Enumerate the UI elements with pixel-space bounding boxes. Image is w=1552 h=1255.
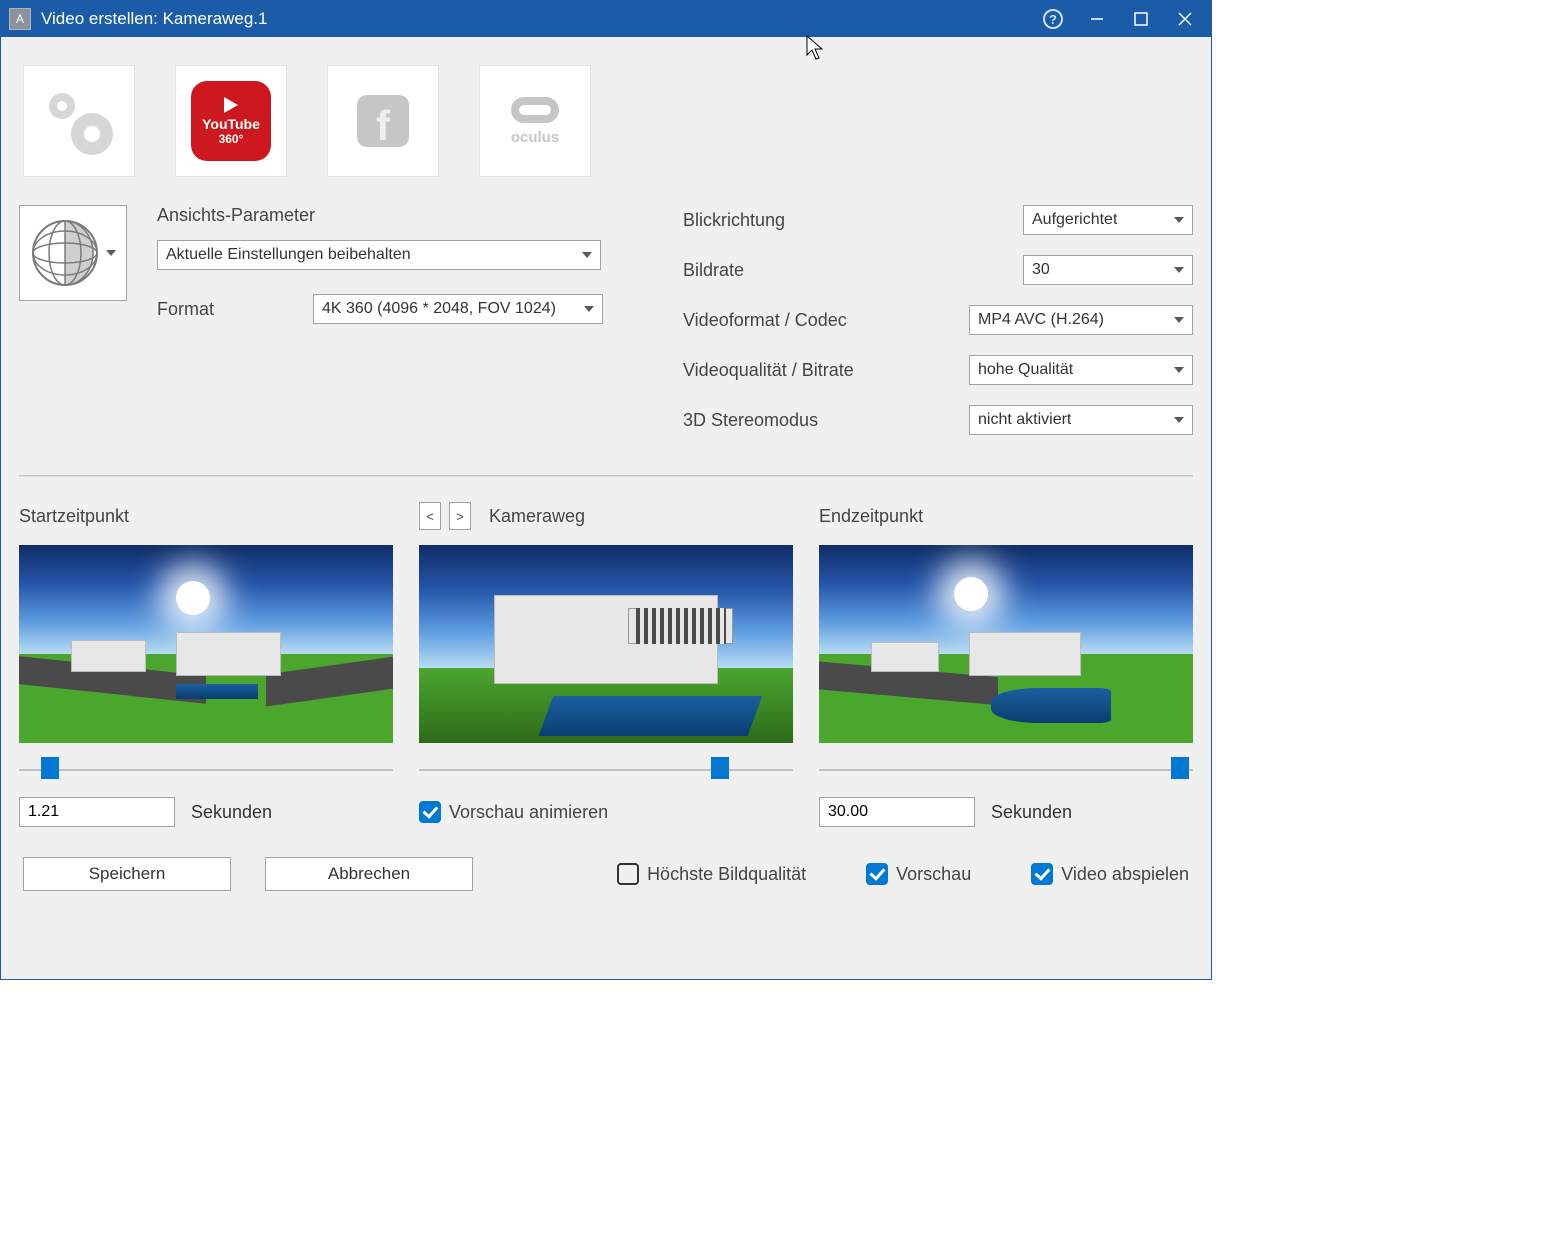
format-label: Format <box>157 299 303 320</box>
start-time-input[interactable] <box>19 797 175 827</box>
seconds-label: Sekunden <box>191 802 272 823</box>
oculus-icon: oculus <box>511 97 559 146</box>
start-thumbnail[interactable] <box>19 545 393 743</box>
chevron-down-icon <box>106 250 116 256</box>
export-youtube-tile[interactable]: YouTube 360° <box>175 65 287 177</box>
highest-quality-checkbox[interactable] <box>617 863 639 885</box>
timeline-camerapath-col: < > Kameraweg Vor <box>419 501 793 827</box>
orientation-label: Blickrichtung <box>683 210 913 231</box>
timeline-end-col: Endzeitpunkt Sekunden <box>819 501 1193 827</box>
stereo-select[interactable]: nicht aktiviert <box>969 405 1193 435</box>
stereo-label: 3D Stereomodus <box>683 410 913 431</box>
chevron-down-icon <box>1174 217 1184 223</box>
animate-preview-checkbox[interactable] <box>419 801 441 823</box>
format-select[interactable]: 4K 360 (4096 * 2048, FOV 1024) <box>313 294 603 324</box>
cancel-button[interactable]: Abbrechen <box>265 857 473 891</box>
help-icon: ? <box>1043 9 1063 29</box>
close-button[interactable] <box>1163 1 1207 37</box>
framerate-value: 30 <box>1032 261 1050 279</box>
chevron-down-icon <box>1174 367 1184 373</box>
timeline-start-col: Startzeitpunkt <box>19 501 393 827</box>
preview-label: Vorschau <box>896 864 971 885</box>
orientation-value: Aufgerichtet <box>1032 211 1117 229</box>
format-value: 4K 360 (4096 * 2048, FOV 1024) <box>322 300 556 318</box>
export-facebook-tile[interactable]: f <box>327 65 439 177</box>
divider <box>19 475 1193 477</box>
play-video-checkbox[interactable] <box>1031 863 1053 885</box>
stereo-value: nicht aktiviert <box>978 411 1071 429</box>
quality-label: Videoqualität / Bitrate <box>683 360 913 381</box>
view-params-value: Aktuelle Einstellungen beibehalten <box>166 246 411 264</box>
end-thumbnail[interactable] <box>819 545 1193 743</box>
view-params-select[interactable]: Aktuelle Einstellungen beibehalten <box>157 240 601 270</box>
view-params-label: Ansichts-Parameter <box>157 205 603 226</box>
maximize-button[interactable] <box>1119 1 1163 37</box>
framerate-select[interactable]: 30 <box>1023 255 1193 285</box>
maximize-icon <box>1134 12 1148 26</box>
export-oculus-tile[interactable]: oculus <box>479 65 591 177</box>
video-export-dialog: A Video erstellen: Kameraweg.1 ? <box>0 0 1212 980</box>
youtube-icon: YouTube 360° <box>191 81 271 161</box>
globe-icon <box>30 218 100 288</box>
codec-select[interactable]: MP4 AVC (H.264) <box>969 305 1193 335</box>
chevron-down-icon <box>1174 317 1184 323</box>
close-icon <box>1178 12 1192 26</box>
end-time-input[interactable] <box>819 797 975 827</box>
footer-row: Speichern Abbrechen Höchste Bildqualität… <box>19 857 1193 891</box>
codec-value: MP4 AVC (H.264) <box>978 311 1104 329</box>
chevron-down-icon <box>582 252 592 258</box>
youtube-text-1: YouTube <box>202 116 260 132</box>
animate-preview-label: Vorschau animieren <box>449 802 608 823</box>
timeline-row: Startzeitpunkt <box>19 501 1193 827</box>
camerapath-label: Kameraweg <box>489 506 585 527</box>
facebook-icon: f <box>357 95 409 147</box>
play-video-label: Video abspielen <box>1061 864 1189 885</box>
minimize-button[interactable] <box>1075 1 1119 37</box>
app-icon: A <box>9 8 31 30</box>
save-button[interactable]: Speichern <box>23 857 231 891</box>
slider-handle[interactable] <box>1171 757 1189 779</box>
orientation-select[interactable]: Aufgerichtet <box>1023 205 1193 235</box>
gear-icon <box>43 85 115 157</box>
youtube-text-2: 360° <box>219 132 244 146</box>
codec-label: Videoformat / Codec <box>683 310 913 331</box>
oculus-text: oculus <box>511 129 559 146</box>
export-target-row: YouTube 360° f oculus <box>19 65 1193 177</box>
help-button[interactable]: ? <box>1031 1 1075 37</box>
camerapath-slider[interactable] <box>419 757 793 783</box>
start-label: Startzeitpunkt <box>19 506 129 527</box>
seconds-label: Sekunden <box>991 802 1072 823</box>
projection-select[interactable] <box>19 205 127 301</box>
highest-quality-label: Höchste Bildqualität <box>647 864 806 885</box>
quality-value: hohe Qualität <box>978 361 1073 379</box>
window-title: Video erstellen: Kameraweg.1 <box>41 9 268 29</box>
params-row: Ansichts-Parameter Aktuelle Einstellunge… <box>19 205 1193 435</box>
prev-frame-button[interactable]: < <box>419 502 441 530</box>
chevron-down-icon <box>584 306 594 312</box>
quality-select[interactable]: hohe Qualität <box>969 355 1193 385</box>
slider-handle[interactable] <box>711 757 729 779</box>
export-custom-tile[interactable] <box>23 65 135 177</box>
end-slider[interactable] <box>819 757 1193 783</box>
start-slider[interactable] <box>19 757 393 783</box>
encoding-params: Blickrichtung Aufgerichtet Bildrate 30 V… <box>683 205 1193 435</box>
chevron-down-icon <box>1174 267 1184 273</box>
framerate-label: Bildrate <box>683 260 913 281</box>
titlebar: A Video erstellen: Kameraweg.1 ? <box>1 1 1211 37</box>
preview-checkbox[interactable] <box>866 863 888 885</box>
chevron-down-icon <box>1174 417 1184 423</box>
camerapath-thumbnail[interactable] <box>419 545 793 743</box>
end-label: Endzeitpunkt <box>819 506 923 527</box>
slider-handle[interactable] <box>41 757 59 779</box>
next-frame-button[interactable]: > <box>449 502 471 530</box>
minimize-icon <box>1090 12 1104 26</box>
